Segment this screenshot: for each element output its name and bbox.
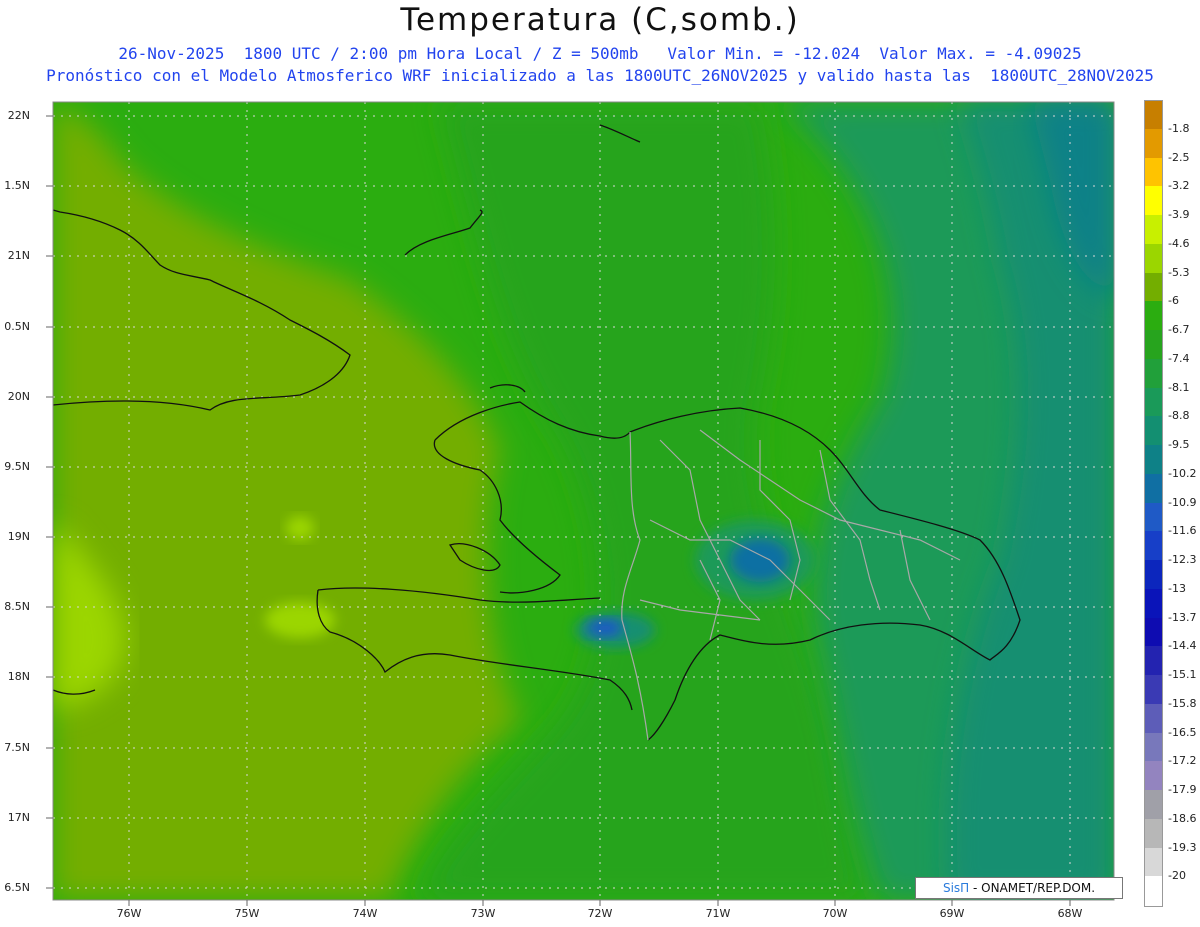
colorbar-swatch bbox=[1144, 330, 1163, 360]
colorbar-swatch bbox=[1144, 502, 1163, 532]
lon-label: 76W bbox=[116, 907, 142, 920]
colorbar-label: -6.7 bbox=[1168, 323, 1190, 336]
colorbar-label: -12.3 bbox=[1168, 553, 1197, 566]
colorbar-swatch bbox=[1144, 301, 1163, 331]
temperature-map bbox=[46, 101, 1115, 906]
colorbar-label: -7.4 bbox=[1168, 351, 1190, 365]
colorbar-swatch bbox=[1144, 128, 1163, 158]
colorbar-swatch bbox=[1144, 703, 1163, 733]
credit-box: SisΠ - ONAMET/REP.DOM. bbox=[915, 877, 1123, 899]
colorbar-swatch bbox=[1144, 560, 1163, 590]
colorbar-label: -3.2 bbox=[1168, 179, 1190, 193]
colorbar-swatch bbox=[1144, 215, 1163, 245]
colorbar-swatch bbox=[1144, 157, 1163, 187]
lon-label: 69W bbox=[939, 907, 965, 920]
colorbar-label: -19.3 bbox=[1168, 840, 1197, 854]
lat-label: 22N bbox=[7, 109, 30, 122]
lat-label: 8.5N bbox=[4, 600, 30, 613]
colorbar-label: -10.2 bbox=[1168, 466, 1197, 480]
colorbar-swatch bbox=[1144, 272, 1163, 302]
colorbar-label: -13 bbox=[1168, 581, 1186, 595]
colorbar-swatch bbox=[1144, 387, 1163, 417]
lat-label: 6.5N bbox=[4, 881, 30, 894]
colorbar-label: -9.5 bbox=[1168, 438, 1190, 451]
lat-label: 17N bbox=[7, 811, 30, 824]
sispi-logo: SisΠ bbox=[942, 881, 970, 895]
lat-label: 18N bbox=[7, 670, 30, 683]
colorbar-swatch bbox=[1144, 790, 1163, 820]
colorbar-swatch bbox=[1144, 416, 1163, 446]
lat-label: 19N bbox=[7, 530, 30, 543]
credit-text: - ONAMET/REP.DOM. bbox=[969, 881, 1096, 895]
colorbar-label: -6 bbox=[1168, 294, 1179, 308]
colorbar-label: -2.5 bbox=[1168, 150, 1190, 164]
colorbar-label: -13.7 bbox=[1168, 610, 1197, 624]
colorbar-label: -8.1 bbox=[1168, 380, 1190, 394]
colorbar-label: -5.3 bbox=[1168, 265, 1190, 279]
lat-label: 20N bbox=[7, 390, 30, 403]
colorbar-swatch bbox=[1144, 445, 1163, 475]
colorbar-swatch bbox=[1144, 761, 1163, 791]
lat-label: 0.5N bbox=[4, 320, 30, 333]
lat-label: 1.5N bbox=[4, 179, 30, 192]
colorbar-label: -3.9 bbox=[1168, 208, 1190, 221]
colorbar-label: -15.1 bbox=[1168, 668, 1197, 681]
colorbar-label: -10.9 bbox=[1168, 495, 1197, 509]
colorbar-label: -17.2 bbox=[1168, 754, 1197, 768]
colorbar-label: -14.4 bbox=[1168, 639, 1197, 653]
colorbar-swatch bbox=[1144, 100, 1163, 131]
lon-label: 72W bbox=[587, 907, 613, 920]
lon-label: 71W bbox=[705, 907, 731, 920]
temperature-field bbox=[53, 102, 1114, 900]
colorbar-swatch bbox=[1144, 617, 1163, 647]
colorbar-label: -8.8 bbox=[1168, 409, 1190, 423]
colorbar-swatch bbox=[1144, 876, 1163, 907]
colorbar-label: -20 bbox=[1168, 869, 1186, 883]
colorbar-swatch bbox=[1144, 818, 1163, 848]
colorbar-swatch bbox=[1144, 243, 1163, 273]
colorbar-swatch bbox=[1144, 358, 1163, 388]
colorbar-label: -4.6 bbox=[1168, 236, 1190, 250]
colorbar-swatch bbox=[1144, 588, 1163, 618]
lon-label: 74W bbox=[352, 907, 378, 920]
colorbar-label: -1.8 bbox=[1168, 121, 1190, 135]
colorbar-label: -11.6 bbox=[1168, 524, 1197, 538]
lat-label: 21N bbox=[7, 249, 30, 262]
lat-label: 7.5N bbox=[4, 741, 30, 754]
lon-label: 70W bbox=[822, 907, 848, 920]
colorbar-swatch bbox=[1144, 646, 1163, 676]
colorbar-swatch bbox=[1144, 531, 1163, 561]
lon-label: 68W bbox=[1057, 907, 1083, 920]
colorbar-swatch bbox=[1144, 186, 1163, 216]
lat-label: 9.5N bbox=[4, 460, 30, 473]
colorbar-label: -16.5 bbox=[1168, 725, 1197, 739]
colorbar-swatch bbox=[1144, 473, 1163, 503]
colorbar-label: -18.6 bbox=[1168, 811, 1197, 825]
colorbar-swatch bbox=[1144, 675, 1163, 705]
colorbar-label: -15.8 bbox=[1168, 696, 1197, 710]
lon-label: 75W bbox=[234, 907, 260, 920]
colorbar-swatch bbox=[1144, 847, 1163, 877]
colorbar-label: -17.9 bbox=[1168, 783, 1197, 796]
lon-label: 73W bbox=[470, 907, 496, 920]
colorbar-swatch bbox=[1144, 732, 1163, 762]
